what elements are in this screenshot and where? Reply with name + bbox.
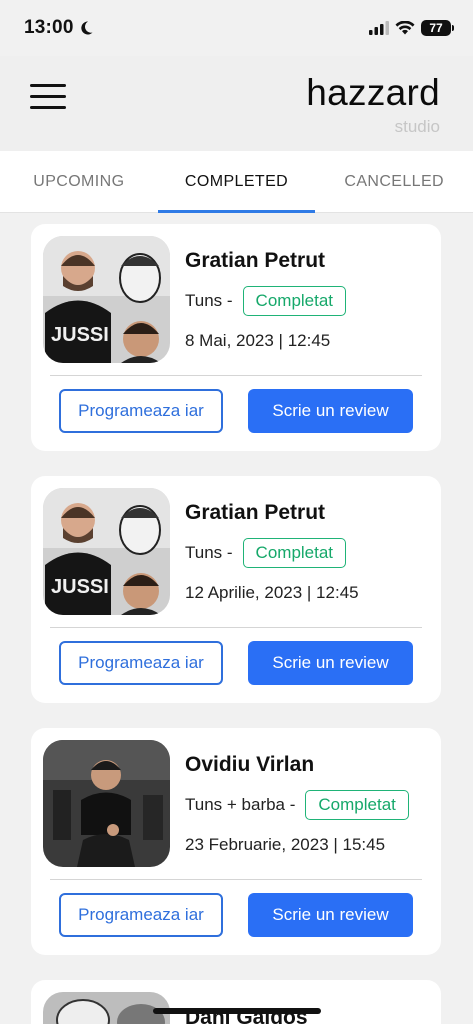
write-review-button[interactable]: Scrie un review <box>248 389 413 433</box>
wifi-icon <box>395 21 415 35</box>
divider <box>50 879 422 880</box>
write-review-button[interactable]: Scrie un review <box>248 641 413 685</box>
barber-photo <box>43 740 170 867</box>
status-badge: Completat <box>305 790 409 820</box>
service-name: Tuns - <box>185 291 233 310</box>
service-row: Tuns + barba - Completat <box>185 790 409 820</box>
barber-name: Ovidiu Virlan <box>185 753 315 776</box>
moon-icon <box>80 21 93 35</box>
service-name: Tuns + barba - <box>185 795 296 814</box>
status-badge: Completat <box>242 538 347 568</box>
service-name: Tuns - <box>185 543 233 562</box>
status-badge: Completat <box>242 286 347 316</box>
barber-name: Gratian Petrut <box>185 249 326 272</box>
barber-photo: JUSSI <box>43 236 170 363</box>
home-indicator <box>153 1008 321 1014</box>
rebook-button[interactable]: Programeaza iar <box>59 893 223 937</box>
status-bar: 13:00 77 <box>0 0 473 56</box>
appointment-date: 23 Februarie, 2023 | 15:45 <box>185 835 386 854</box>
tab-completed[interactable]: COMPLETED <box>157 151 316 213</box>
barber-photo <box>43 992 170 1024</box>
barber-photo: JUSSI <box>43 488 170 615</box>
appointment-card: Dani Galdos <box>31 980 441 1024</box>
divider <box>50 375 422 376</box>
appointment-card: Ovidiu Virlan Tuns + barba - Completat 2… <box>31 728 441 955</box>
service-row: Tuns - Completat <box>185 286 347 316</box>
brand-subtitle: studio <box>394 117 440 136</box>
svg-text:JUSSI: JUSSI <box>51 324 109 346</box>
tab-cancelled[interactable]: CANCELLED <box>315 151 473 212</box>
tab-bar: UPCOMING COMPLETED CANCELLED <box>0 151 473 213</box>
write-review-button[interactable]: Scrie un review <box>248 893 413 937</box>
appointment-date: 12 Aprilie, 2023 | 12:45 <box>185 583 359 602</box>
rebook-button[interactable]: Programeaza iar <box>59 389 223 433</box>
service-row: Tuns - Completat <box>185 538 347 568</box>
cellular-signal-icon <box>369 21 389 35</box>
tab-upcoming[interactable]: UPCOMING <box>0 151 158 212</box>
rebook-button[interactable]: Programeaza iar <box>59 641 223 685</box>
app-header: hazzard studio <box>0 56 473 151</box>
status-time: 13:00 <box>24 17 94 39</box>
appointment-card: JUSSI Gratian Petrut Tuns - Completat 12… <box>31 476 441 703</box>
divider <box>50 627 422 628</box>
brand-title: hazzard <box>306 72 440 113</box>
battery-level: 77 <box>429 21 443 35</box>
appointment-date: 8 Mai, 2023 | 12:45 <box>185 331 331 350</box>
svg-text:JUSSI: JUSSI <box>51 576 109 598</box>
hamburger-menu-icon[interactable] <box>30 84 66 110</box>
battery-icon: 77 <box>421 20 454 36</box>
appointment-card: JUSSI Gratian Petrut Tuns - Completat 8 … <box>31 224 441 451</box>
barber-name: Gratian Petrut <box>185 501 326 524</box>
